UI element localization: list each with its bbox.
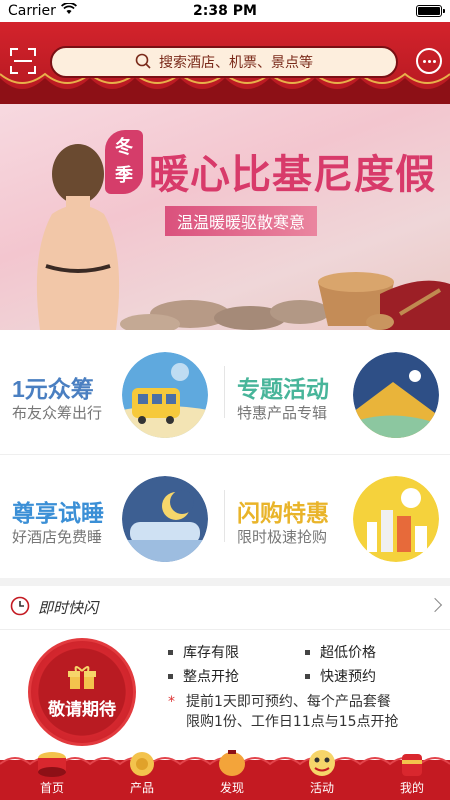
feature-item: 快速预约 <box>305 666 442 686</box>
city-icon <box>353 476 439 562</box>
banner-subtitle: 温温暖暖驱散寒意 <box>165 206 318 236</box>
flash-title: 即时快闪 <box>38 599 99 617</box>
firecracker-icon <box>402 754 422 776</box>
banner-headline: 冬 季 暖心比基尼度假 温温暖暖驱散寒意 <box>105 124 435 236</box>
tab-products[interactable]: 产品 <box>112 752 172 796</box>
tab-discover[interactable]: 发现 <box>202 750 262 796</box>
battery-icon <box>416 5 445 17</box>
badge-text: 敬请期待 <box>48 699 116 720</box>
tile-title: 专题活动 <box>237 376 329 402</box>
carrier-label: Carrier <box>8 3 56 19</box>
asterisk-icon: * <box>168 694 175 710</box>
tab-bar: 首页 产品 发现 活动 我的 <box>0 742 450 800</box>
feature-item: 库存有限 <box>168 642 305 662</box>
tile-title: 闪购特惠 <box>237 500 329 526</box>
coming-soon-badge: 敬请期待 <box>28 638 136 746</box>
tile-subtitle: 布友众筹出行 <box>12 404 103 422</box>
status-bar: Carrier 2:38 PM <box>0 0 450 22</box>
feature-list: 库存有限 超低价格 整点开抢 快速预约 <box>168 642 442 686</box>
chevron-right-icon[interactable] <box>427 597 443 613</box>
lantern-icon <box>219 750 245 776</box>
wifi-icon <box>60 2 77 19</box>
flash-note-text: 提前1天即可预约、每个产品套餐限购1份、工作日11点与15点开抢 <box>186 694 399 730</box>
tile-topics[interactable]: 专题活动 特惠产品专辑 <box>225 330 450 454</box>
bed-icon <box>122 476 208 562</box>
message-icon[interactable] <box>416 48 442 74</box>
gift-icon <box>68 665 96 689</box>
tab-mine[interactable]: 我的 <box>382 754 442 796</box>
header: 搜索酒店、机票、景点等 <box>0 22 450 104</box>
tile-flash-sale[interactable]: 闪购特惠 限时极速抢购 <box>225 454 450 578</box>
scan-icon[interactable] <box>10 48 36 74</box>
flash-header[interactable]: 即时快闪 <box>0 586 450 630</box>
tile-subtitle: 特惠产品专辑 <box>237 404 328 422</box>
feature-item: 超低价格 <box>305 642 442 662</box>
tile-crowdfunding[interactable]: 1元众筹 布友众筹出行 <box>0 330 225 454</box>
tab-activities[interactable]: 活动 <box>292 750 352 796</box>
tab-home[interactable]: 首页 <box>22 752 82 796</box>
search-input[interactable]: 搜索酒店、机票、景点等 <box>50 46 398 78</box>
search-placeholder: 搜索酒店、机票、景点等 <box>159 54 313 70</box>
tab-label: 活动 <box>309 781 334 795</box>
gong-icon <box>130 752 154 776</box>
tab-label: 产品 <box>129 781 154 795</box>
promo-banner[interactable]: 冬 季 暖心比基尼度假 温温暖暖驱散寒意 <box>0 104 450 330</box>
tile-trial-sleep[interactable]: 尊享试睡 好酒店免费睡 <box>0 454 225 578</box>
tab-label: 首页 <box>39 781 64 795</box>
feature-tiles: 1元众筹 布友众筹出行 专题活动 特惠产品专辑 尊享试睡 好酒店免费睡 闪购特惠… <box>0 330 450 578</box>
lion-icon <box>309 750 335 776</box>
flash-note: * 提前1天即可预约、每个产品套餐限购1份、工作日11点与15点开抢 <box>168 692 403 732</box>
feature-item: 整点开抢 <box>168 666 305 686</box>
train-icon <box>122 352 208 438</box>
banner-season-badge: 冬 季 <box>105 130 143 194</box>
search-icon <box>135 53 151 72</box>
drum-icon <box>38 752 66 777</box>
tab-label: 发现 <box>219 781 244 795</box>
tile-title: 尊享试睡 <box>12 500 104 526</box>
tile-subtitle: 好酒店免费睡 <box>12 528 103 546</box>
banner-title: 暖心比基尼度假 <box>149 151 436 198</box>
tile-subtitle: 限时极速抢购 <box>237 528 328 546</box>
clock-icon <box>10 596 30 620</box>
tile-title: 1元众筹 <box>12 376 94 402</box>
tab-label: 我的 <box>399 781 424 795</box>
landscape-icon <box>353 352 439 438</box>
